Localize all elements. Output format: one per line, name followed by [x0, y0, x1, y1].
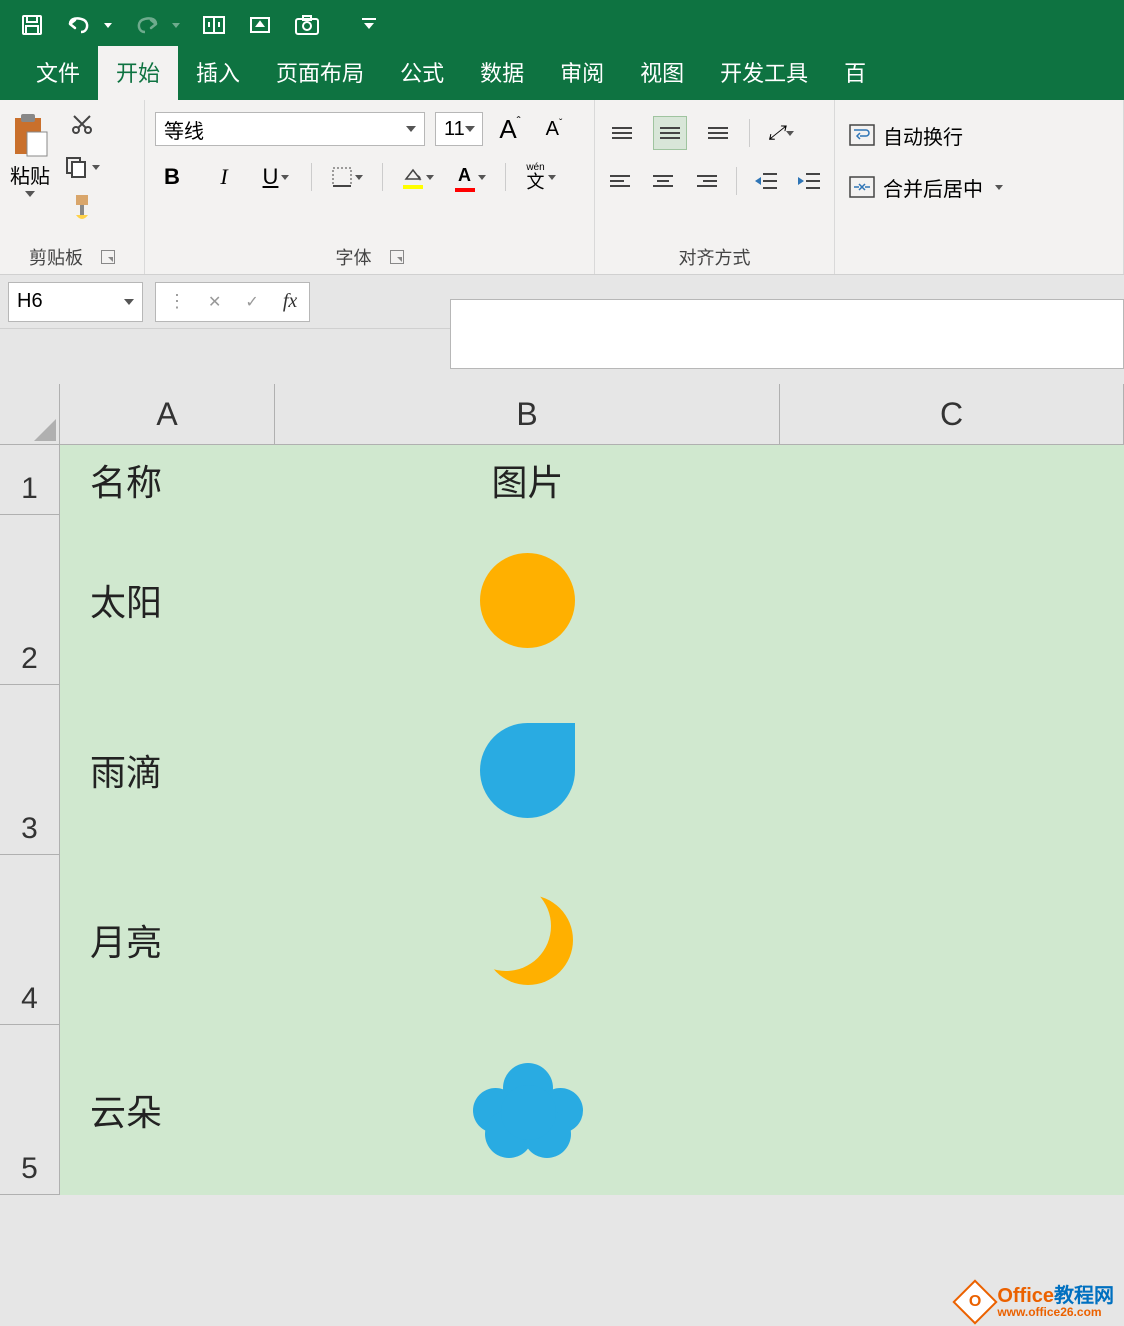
fx-icon[interactable]: fx: [283, 290, 297, 313]
expand-icon[interactable]: ⋮: [168, 291, 184, 312]
row-header-5[interactable]: 5: [0, 1025, 60, 1195]
align-left-button[interactable]: [605, 164, 635, 198]
format-painter-icon[interactable]: [70, 193, 94, 226]
raindrop-icon: [480, 723, 575, 818]
font-size-combo[interactable]: 11: [435, 112, 483, 146]
name-box[interactable]: H6: [8, 282, 143, 322]
tab-layout[interactable]: 页面布局: [258, 46, 382, 100]
align-right-button[interactable]: [692, 164, 722, 198]
cell-b1[interactable]: 图片: [275, 445, 780, 515]
grow-font-button[interactable]: Aˆ: [493, 112, 527, 146]
align-group-label: 对齐方式: [679, 244, 751, 270]
paste-button[interactable]: 粘贴: [10, 112, 50, 197]
ribbon: 粘贴 剪贴板 等线 11 Aˆ Aˇ B I U: [0, 100, 1124, 275]
cell-c4[interactable]: [780, 855, 1124, 1025]
formula-input[interactable]: [450, 299, 1124, 369]
tab-developer[interactable]: 开发工具: [702, 46, 826, 100]
clipboard-group-label: 剪贴板: [29, 244, 83, 270]
col-header-c[interactable]: C: [780, 384, 1124, 444]
bold-button[interactable]: B: [155, 160, 189, 194]
decrease-indent-button[interactable]: [751, 164, 781, 198]
undo-icon[interactable]: [66, 14, 92, 36]
cell-c1[interactable]: [780, 445, 1124, 515]
tab-view[interactable]: 视图: [622, 46, 702, 100]
tab-data[interactable]: 数据: [462, 46, 542, 100]
tab-formula[interactable]: 公式: [382, 46, 462, 100]
watermark: O Office教程网 www.office26.com: [959, 1286, 1114, 1318]
increase-indent-button[interactable]: [794, 164, 824, 198]
cell-b3[interactable]: [275, 685, 780, 855]
watermark-logo-icon: O: [953, 1279, 998, 1324]
watermark-title: Office教程网: [997, 1286, 1114, 1306]
save-icon[interactable]: [20, 13, 44, 37]
cell-a5[interactable]: 云朵: [60, 1025, 275, 1195]
row-header-4[interactable]: 4: [0, 855, 60, 1025]
group-alignment: ⤢ 对齐方式: [595, 100, 835, 274]
ribbon-tabs: 文件 开始 插入 页面布局 公式 数据 审阅 视图 开发工具 百: [0, 50, 1124, 100]
copy-icon[interactable]: [64, 155, 100, 179]
tab-review[interactable]: 审阅: [542, 46, 622, 100]
cut-icon[interactable]: [70, 112, 94, 141]
qat-icon-2[interactable]: [248, 13, 272, 37]
fill-color-button[interactable]: [401, 160, 435, 194]
border-button[interactable]: [330, 160, 364, 194]
orientation-button[interactable]: ⤢: [764, 116, 798, 150]
align-bottom-button[interactable]: [701, 116, 735, 150]
merge-center-button[interactable]: 合并后居中: [845, 168, 1113, 206]
cell-a3[interactable]: 雨滴: [60, 685, 275, 855]
cell-c2[interactable]: [780, 515, 1124, 685]
row-header-3[interactable]: 3: [0, 685, 60, 855]
font-color-button[interactable]: A: [453, 160, 487, 194]
cell-c3[interactable]: [780, 685, 1124, 855]
wrap-text-button[interactable]: 自动换行: [845, 116, 1113, 154]
redo-dropdown-icon: [172, 23, 180, 28]
align-center-button[interactable]: [649, 164, 679, 198]
row-header-1[interactable]: 1: [0, 445, 60, 515]
cell-a1[interactable]: 名称: [60, 445, 275, 515]
paste-label: 粘贴: [10, 160, 50, 189]
formula-buttons: ⋮ ✕ ✓ fx: [155, 282, 310, 322]
group-font: 等线 11 Aˆ Aˇ B I U A wén文 字体: [145, 100, 595, 274]
select-all-corner[interactable]: [0, 384, 60, 444]
cell-b4[interactable]: [275, 855, 780, 1025]
clipboard-launcher-icon[interactable]: [101, 250, 115, 264]
enter-icon: ✓: [245, 292, 258, 312]
qat-icon-1[interactable]: [202, 13, 226, 37]
cell-a4[interactable]: 月亮: [60, 855, 275, 1025]
moon-icon: [483, 895, 573, 985]
italic-button[interactable]: I: [207, 160, 241, 194]
undo-dropdown-icon[interactable]: [104, 23, 112, 28]
underline-button[interactable]: U: [259, 160, 293, 194]
col-header-a[interactable]: A: [60, 384, 275, 444]
align-top-button[interactable]: [605, 116, 639, 150]
font-name-combo[interactable]: 等线: [155, 112, 425, 146]
watermark-url: www.office26.com: [997, 1306, 1114, 1318]
cancel-icon: ✕: [208, 292, 221, 312]
shrink-font-button[interactable]: Aˇ: [537, 112, 571, 146]
row-header-2[interactable]: 2: [0, 515, 60, 685]
font-group-label: 字体: [336, 244, 372, 270]
font-launcher-icon[interactable]: [390, 250, 404, 264]
cell-b2[interactable]: [275, 515, 780, 685]
cell-a2[interactable]: 太阳: [60, 515, 275, 685]
tab-insert[interactable]: 插入: [178, 46, 258, 100]
tab-file[interactable]: 文件: [18, 46, 98, 100]
align-middle-button[interactable]: [653, 116, 687, 150]
cloud-icon: [473, 1063, 583, 1158]
group-clipboard: 粘贴 剪贴板: [0, 100, 145, 274]
cell-c5[interactable]: [780, 1025, 1124, 1195]
tab-more[interactable]: 百: [826, 46, 884, 100]
spreadsheet-grid: A B C 1 2 3 4 5 名称 图片 太阳 雨滴: [0, 384, 1124, 1195]
qat-customize-icon[interactable]: [362, 18, 376, 32]
cell-b5[interactable]: [275, 1025, 780, 1195]
camera-icon[interactable]: [294, 14, 320, 36]
quick-access-toolbar: [0, 0, 1124, 50]
sun-icon: [480, 553, 575, 648]
group-wrap: 自动换行 合并后居中: [835, 100, 1124, 274]
col-header-b[interactable]: B: [275, 384, 780, 444]
phonetic-button[interactable]: wén文: [524, 160, 558, 194]
redo-icon: [134, 14, 160, 36]
tab-home[interactable]: 开始: [98, 46, 178, 100]
